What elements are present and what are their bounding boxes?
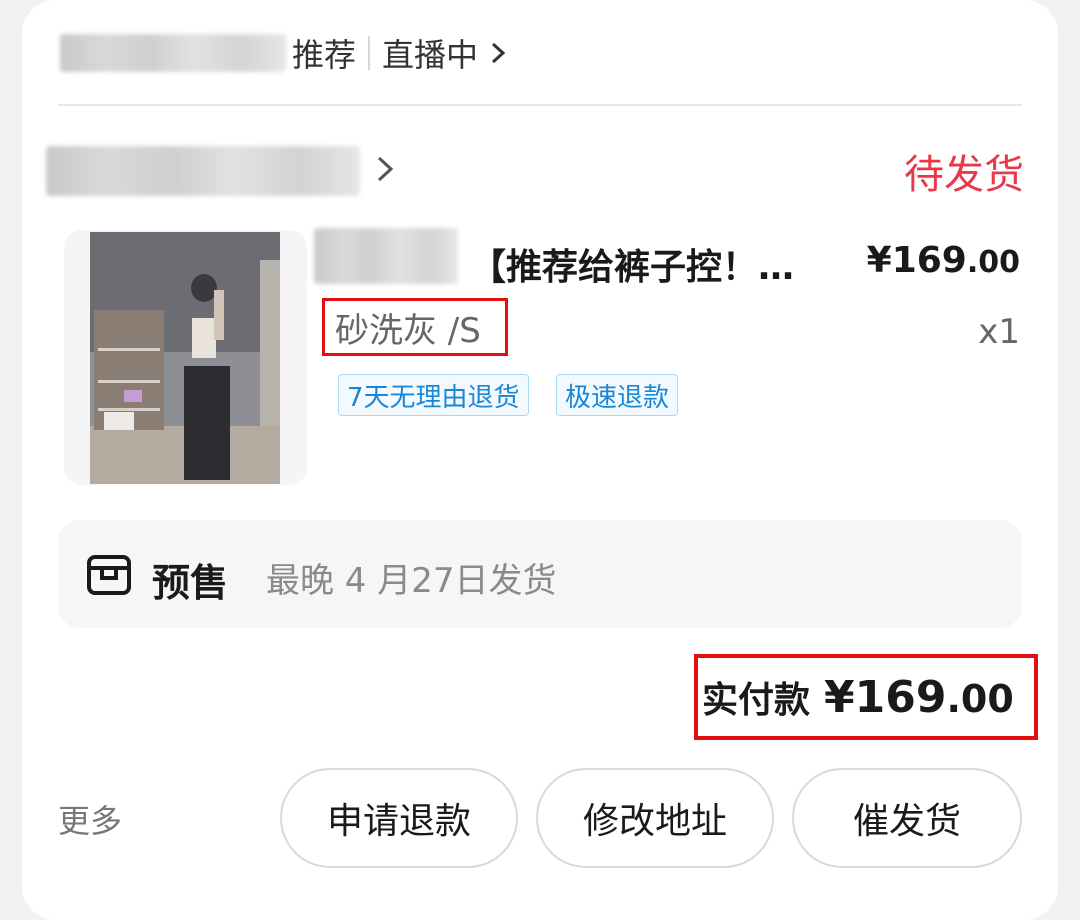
total-paid-decimal: .00: [946, 676, 1014, 721]
header-divider: [58, 104, 1022, 106]
box-icon: [87, 555, 131, 595]
product-title[interactable]: 【推荐给裤子控！…: [470, 238, 794, 290]
change-address-button[interactable]: 修改地址: [536, 768, 774, 868]
urge-shipping-button[interactable]: 催发货: [792, 768, 1022, 868]
blurred-shop-name: [60, 34, 286, 72]
chevron-right-icon: [492, 42, 506, 64]
header-separator: [368, 36, 371, 70]
store-chevron-right-icon[interactable]: [374, 153, 396, 185]
order-status: 待发货: [904, 152, 1024, 198]
more-button[interactable]: 更多: [58, 796, 122, 842]
product-photo: [64, 230, 307, 485]
tag-fast-refund: 极速退款: [556, 374, 679, 416]
total-paid-label: 实付款: [702, 680, 811, 721]
product-price-main: ¥169: [866, 240, 967, 281]
total-paid-main: ¥169: [824, 671, 947, 723]
recommend-label: 推荐: [292, 36, 357, 74]
product-quantity: x1: [978, 312, 1020, 352]
presale-title: 预售: [152, 561, 229, 605]
apply-refund-button[interactable]: 申请退款: [280, 768, 518, 868]
blurred-brand-name: [314, 228, 458, 284]
product-price-decimal: .00: [966, 245, 1020, 280]
product-variant-highlighted: 砂洗灰 /S: [322, 298, 508, 356]
live-label[interactable]: 直播中: [382, 30, 478, 76]
tag-seven-day-return: 7天无理由退货: [338, 374, 529, 416]
presale-ship-date: 最晚 4 月27日发货: [266, 561, 557, 601]
product-price: ¥169.00: [867, 240, 1020, 281]
product-variant: 砂洗灰 /S: [335, 310, 481, 351]
blurred-store-name: [46, 146, 360, 196]
product-thumbnail[interactable]: [64, 230, 307, 485]
shop-header-row[interactable]: 推荐 直播中: [292, 28, 508, 78]
total-paid-amount: ¥169.00: [824, 672, 1014, 723]
total-paid-highlighted: 实付款 ¥169.00: [694, 654, 1038, 740]
